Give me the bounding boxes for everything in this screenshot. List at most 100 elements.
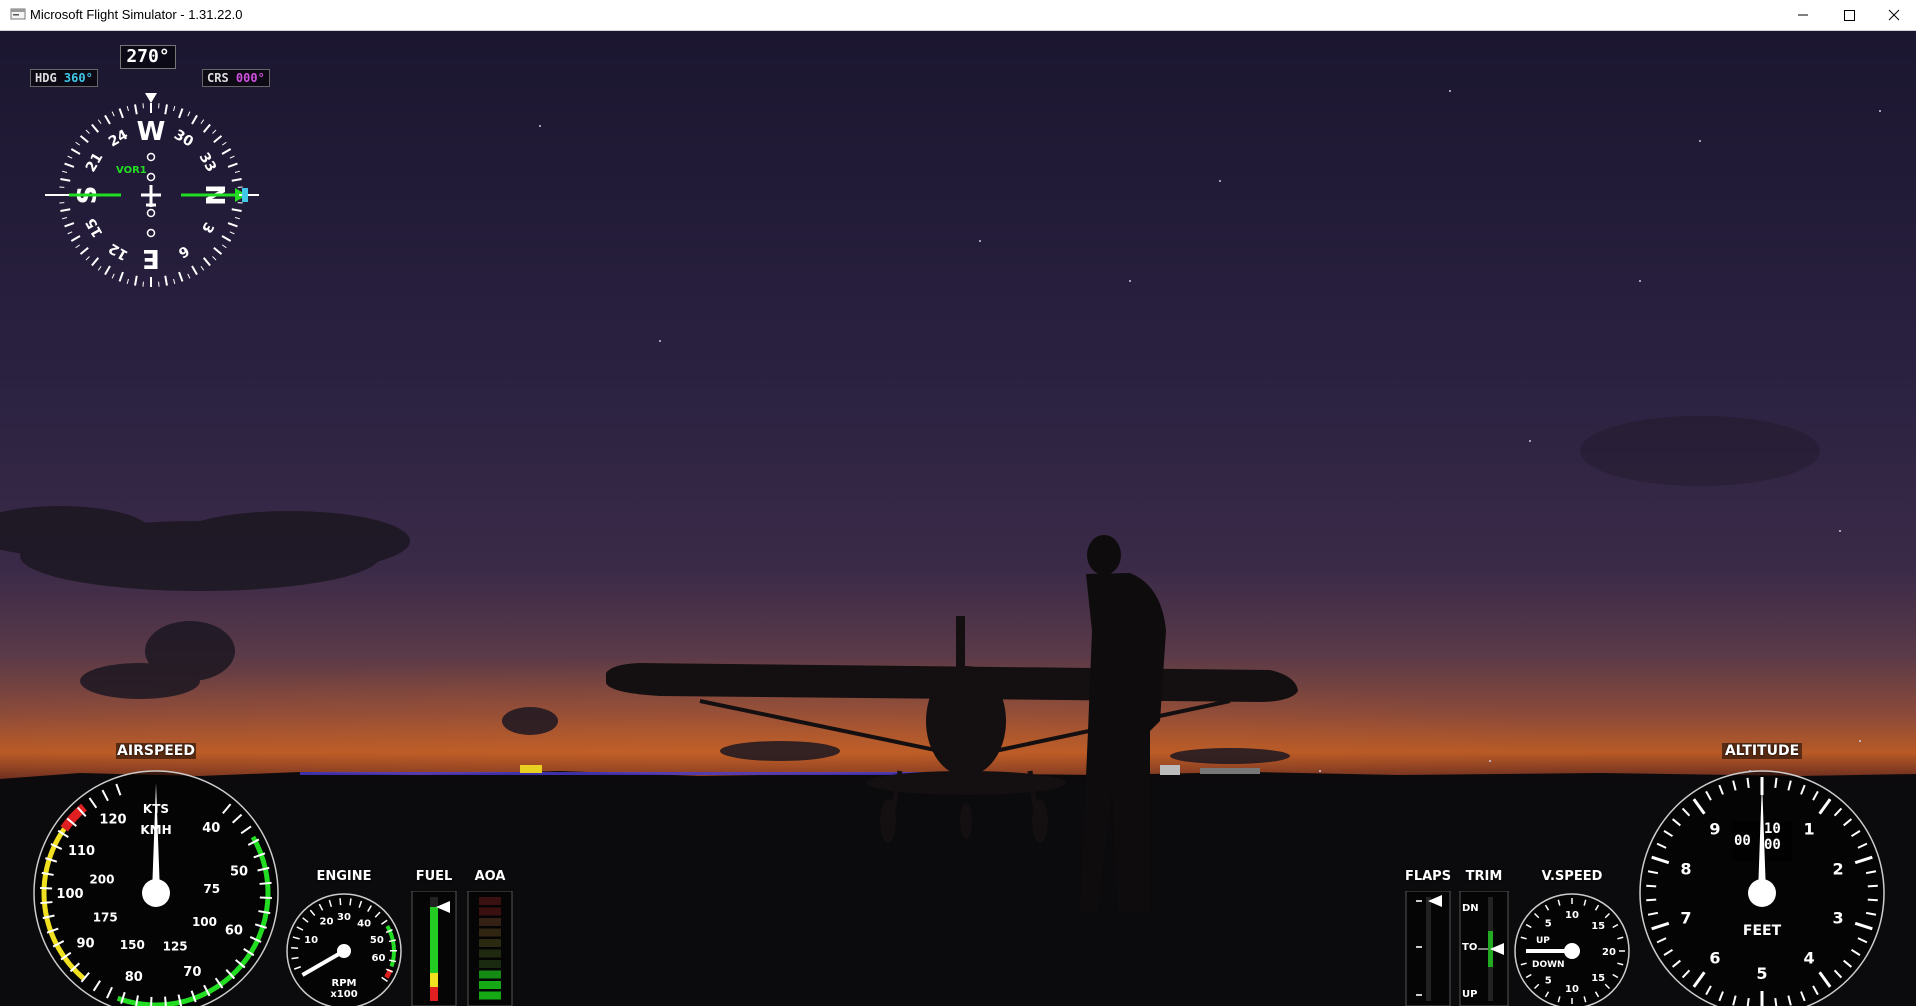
airspeed-dial: 40506070809010011012075100125150175200KT… [33, 770, 279, 1006]
compass-tick [64, 162, 75, 168]
compass-tick [191, 265, 198, 276]
altimeter-digit: 3 [1833, 909, 1844, 928]
compass-tick [104, 265, 111, 276]
flaps-bar [1405, 891, 1451, 1006]
nav-source-label: VOR1 [116, 165, 147, 176]
compass-tick [70, 235, 81, 242]
altimeter-tick [1774, 998, 1778, 1006]
aoa-segment [479, 981, 501, 989]
altimeter-tick [1646, 898, 1657, 902]
runway-lights [300, 772, 950, 775]
close-icon [1888, 9, 1900, 21]
airspeed-knots-label: 120 [99, 813, 126, 828]
compass-tick [221, 235, 232, 242]
rpm-scale-label: 40 [357, 918, 371, 929]
cdi-dot [146, 152, 156, 162]
lubber-line-icon [145, 93, 157, 103]
rpm-unit: RPM [332, 978, 357, 989]
maximize-icon [1844, 10, 1855, 21]
compass-tick [62, 217, 68, 220]
altimeter-digit: 2 [1833, 859, 1844, 878]
aoa-segment [479, 939, 501, 947]
compass-tick [60, 208, 71, 212]
altimeter-digit: 7 [1680, 909, 1691, 928]
compass-tick [213, 246, 223, 255]
aoa-segment [479, 960, 501, 968]
airspeed-tick [40, 886, 53, 890]
maximize-button[interactable] [1826, 0, 1872, 30]
hangar [1160, 765, 1180, 775]
flaps-indicator: FLAPS [1404, 869, 1452, 1006]
aoa-segment [479, 949, 501, 958]
compass-tick [118, 271, 124, 282]
compass-tick [212, 129, 217, 134]
fuel-bar [411, 891, 457, 1006]
airspeed-tick [164, 996, 167, 1006]
rpm-tick [291, 956, 299, 960]
compass-tick [118, 108, 124, 119]
compass-tick [67, 231, 73, 235]
compass-tick [91, 257, 100, 267]
compass-tick [202, 123, 211, 133]
flaps-label: FLAPS [1404, 869, 1452, 884]
compass-tick [229, 155, 235, 159]
compass-tick [79, 135, 89, 144]
compass-tick [111, 111, 115, 117]
compass-tick [126, 278, 129, 284]
compass-tick [229, 231, 235, 235]
altimeter-digit: 6 [1709, 949, 1720, 968]
altimeter-digit: 8 [1680, 859, 1691, 878]
airspeed-knots-label: 110 [68, 844, 95, 859]
airspeed-knots-label: 50 [230, 865, 248, 880]
altimeter-tick [1646, 884, 1657, 888]
airspeed-knots-label: 60 [225, 923, 243, 938]
compass-tick [111, 273, 115, 279]
altimeter-hub [1748, 879, 1776, 907]
rpm-scale-label: 20 [320, 917, 334, 928]
fuel-label: FUEL [415, 869, 453, 884]
airspeed-knots-label: 70 [183, 965, 201, 980]
vsi-down-label: DOWN [1532, 960, 1565, 970]
compass-number: 15 [83, 215, 107, 240]
airspeed-knots-label: 80 [125, 970, 143, 985]
altimeter: ALTITUDE 1 2 3 4 5 6 7 8 9 00 10 00 FEET [1632, 743, 1892, 1006]
altimeter-digit: 9 [1709, 819, 1720, 838]
simulator-viewport[interactable]: HDG 360° CRS 000° 270° 24 30 33 3 6 12 15 21 W N E… [0, 31, 1916, 1006]
compass-number: 30 [171, 127, 196, 151]
compass-tick [213, 135, 223, 144]
vsi-up-label: UP [1536, 936, 1550, 946]
vsi-hub [1564, 943, 1580, 959]
window-title-bar: Microsoft Flight Simulator - 1.31.22.0 [0, 0, 1916, 31]
aoa-segment [479, 897, 501, 905]
vsi-scale-label: 5 [1545, 975, 1552, 986]
airspeed-hub [142, 879, 170, 907]
airspeed-tick [259, 896, 272, 900]
rpm-tick [339, 898, 342, 906]
altimeter-dial: 123456789001000FEET [1639, 770, 1885, 1006]
minimize-icon [1798, 14, 1808, 16]
trim-up: UP [1462, 989, 1478, 1000]
vsi-scale-label: 15 [1591, 973, 1605, 984]
vsi-scale-label: 20 [1602, 947, 1616, 958]
compass-tick [234, 217, 240, 220]
altimeter-tick [1774, 777, 1778, 788]
compass-tick [200, 119, 205, 125]
close-button[interactable] [1870, 0, 1916, 30]
compass-tick [164, 275, 168, 286]
aoa-bar [467, 891, 513, 1006]
compass-rose: 24 303336121521WNESVOR1 [45, 93, 259, 287]
vsi-scale-label: 10 [1565, 910, 1579, 921]
vsi-scale-label: 5 [1545, 919, 1552, 930]
compass-tick [104, 114, 111, 125]
airport-sign [520, 765, 542, 773]
compass-number: 6 [175, 242, 191, 261]
rpm-scale-label: 30 [337, 912, 351, 923]
altimeter-readout-thousands: 10 [1764, 821, 1781, 837]
trim-to: TO [1462, 942, 1478, 953]
airspeed-knots-label: 40 [202, 821, 220, 836]
rpm-tick [349, 898, 352, 906]
compass-tick [67, 155, 73, 159]
compass-tick [234, 170, 240, 173]
minimize-button[interactable] [1780, 0, 1826, 30]
altitude-label: ALTITUDE [1722, 743, 1802, 759]
